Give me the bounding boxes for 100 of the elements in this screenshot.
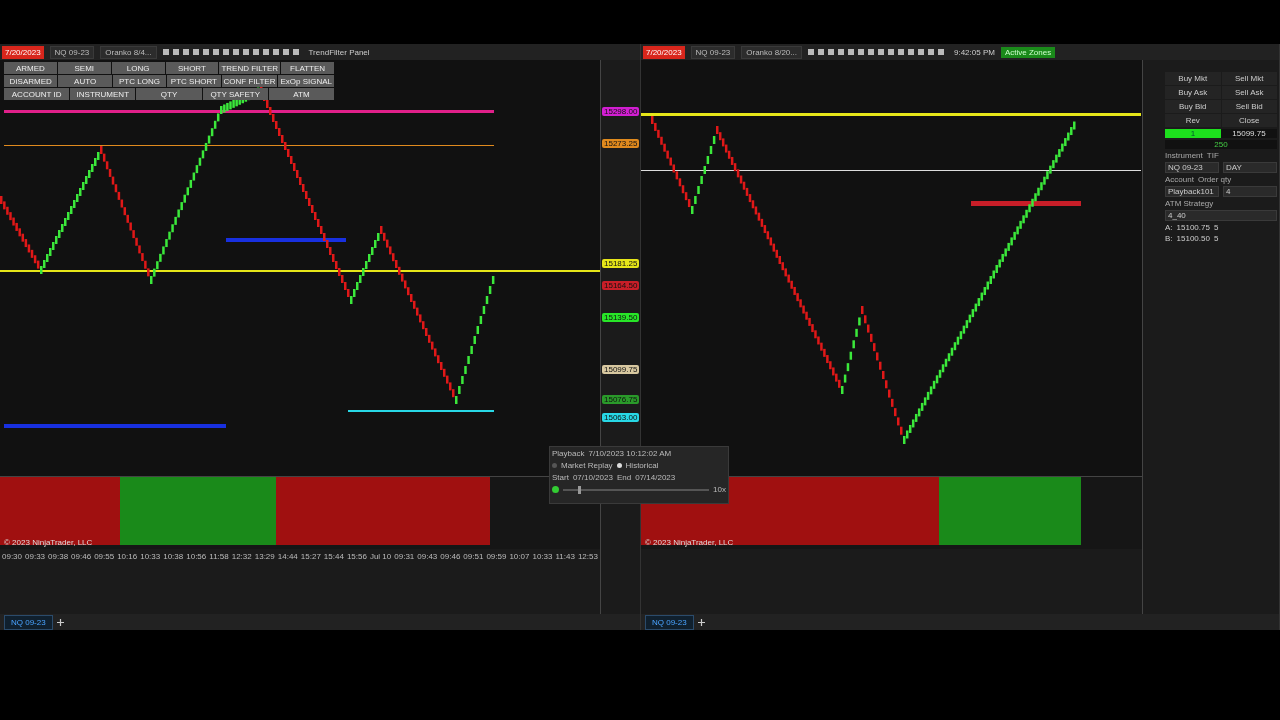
dialog-title: Playback [552, 449, 585, 458]
time-label: 10:07 [509, 551, 530, 561]
strategy-button[interactable]: ACCOUNT ID [4, 88, 70, 100]
field-label: End [616, 473, 632, 482]
time-label: 10:56 [186, 551, 207, 561]
quote-price: 15100.75 [1176, 223, 1210, 232]
time-label: 09:59 [486, 551, 507, 561]
field-label: ATM Strategy [1165, 199, 1215, 208]
time-label: 12:53 [577, 551, 598, 561]
field-label: Instrument [1165, 151, 1203, 160]
time-label: 10:38 [163, 551, 184, 561]
speed-slider-thumb[interactable] [577, 485, 581, 494]
order-button[interactable]: Rev [1165, 114, 1221, 127]
date-badge[interactable]: 7/20/2023 [643, 45, 685, 59]
time-label: 11:43 [555, 551, 575, 561]
plus-icon[interactable] [697, 618, 705, 626]
time-label: 09:46 [440, 551, 461, 561]
radio-label: Market Replay [561, 461, 613, 470]
radio-label: Historical [625, 461, 659, 470]
chart-tab[interactable]: NQ 09-23 [645, 614, 694, 630]
time-label: 12:32 [231, 551, 252, 561]
radio-button[interactable] [552, 463, 557, 468]
price-label: 15099.75 [602, 365, 640, 375]
field-label: Start [552, 473, 569, 482]
time-label: 09:30 [2, 551, 23, 561]
active-zones-badge: Active Zones [1000, 46, 1056, 58]
quantity-field[interactable]: 4 [1223, 186, 1277, 197]
profit-loss: 250 [1165, 140, 1277, 149]
position-price: 15099.75 [1221, 129, 1277, 138]
indicator-name: TrendFilter Panel [308, 47, 370, 57]
account-select[interactable]: Playback101 [1165, 186, 1219, 197]
strategy-button[interactable]: ARMED [4, 62, 57, 74]
strategy-button[interactable]: DISARMED [4, 75, 58, 87]
strategy-button[interactable]: ExOp SIGNAL [278, 75, 334, 87]
time-label: 10:33 [532, 551, 553, 561]
playback-datetime: 7/10/2023 10:12:02 AM [588, 449, 672, 458]
strategy-button[interactable]: TREND FILTER [219, 62, 281, 74]
speed-text: 10x [713, 485, 726, 494]
plus-icon[interactable] [56, 618, 64, 626]
order-button[interactable]: Buy Bid [1165, 100, 1221, 113]
copyright-text: © 2023 NinjaTrader, LLC [645, 538, 734, 547]
time-label: 11:58 [209, 551, 229, 561]
price-label: 15063.00 [602, 412, 640, 422]
time-label: 10:33 [140, 551, 161, 561]
order-button[interactable]: Buy Ask [1165, 86, 1221, 99]
price-label: 15298.00 [602, 107, 640, 116]
price-label: 15139.50 [602, 313, 640, 323]
copyright-text: © 2023 NinjaTrader, LLC [4, 538, 93, 547]
time-label: 09:31 [394, 551, 415, 561]
time-label: Jul 10 [369, 551, 392, 561]
tif-select[interactable]: DAY [1223, 162, 1277, 173]
strategy-button[interactable]: AUTO [58, 75, 112, 87]
price-label: 15164.50 [602, 280, 640, 290]
price-label: 15181.25 [602, 259, 640, 268]
order-button[interactable]: Close [1221, 114, 1277, 127]
bar-type-select[interactable]: Oranko 8/4... [100, 45, 157, 59]
time-label: 15:56 [346, 551, 367, 561]
time-label: 09:33 [25, 551, 46, 561]
chart-tab[interactable]: NQ 09-23 [4, 614, 53, 630]
strategy-button[interactable]: LONG [111, 62, 165, 74]
instrument-field[interactable]: NQ 09-23 [1165, 162, 1219, 173]
instrument-select[interactable]: NQ 09-23 [690, 45, 736, 59]
strategy-button[interactable]: SHORT [165, 62, 219, 74]
instrument-select[interactable]: NQ 09-23 [49, 45, 95, 59]
position-size: 1 [1165, 129, 1221, 138]
time-label: 09:43 [417, 551, 438, 561]
time-label: 09:46 [71, 551, 92, 561]
strategy-button[interactable]: ATM [268, 88, 334, 100]
order-button[interactable]: Sell Ask [1221, 86, 1277, 99]
quote-side: B: [1165, 234, 1173, 243]
time-label: 09:51 [463, 551, 484, 561]
strategy-button[interactable]: QTY [136, 88, 202, 100]
date-badge[interactable]: 7/20/2023 [2, 45, 44, 59]
strategy-button[interactable]: INSTRUMENT [70, 88, 136, 100]
time-label: 13:29 [254, 551, 275, 561]
quote-side: A: [1165, 223, 1173, 232]
end-date-field[interactable]: 07/14/2023 [635, 473, 676, 482]
atm-strategy-select[interactable]: 4_40 [1165, 210, 1277, 221]
quote-quantity: 5 [1213, 223, 1219, 232]
quote-quantity: 5 [1213, 234, 1219, 243]
price-label: 15273.25 [602, 139, 640, 149]
strategy-button[interactable]: PTC SHORT [167, 75, 221, 87]
price-label: 15076.75 [602, 395, 640, 405]
play-button[interactable] [552, 486, 559, 493]
order-button[interactable]: Sell Mkt [1221, 72, 1277, 85]
order-button[interactable]: Buy Mkt [1165, 72, 1221, 85]
time-label: 09:55 [94, 551, 115, 561]
start-date-field[interactable]: 07/10/2023 [572, 473, 613, 482]
time-label: 10:16 [117, 551, 138, 561]
radio-button[interactable] [616, 463, 622, 468]
strategy-button[interactable]: SEMI [57, 62, 111, 74]
strategy-button[interactable]: CONF FILTER [221, 75, 278, 87]
strategy-button[interactable]: FLATTEN [281, 62, 334, 74]
strategy-button[interactable]: PTC LONG [112, 75, 167, 87]
order-button[interactable]: Sell Bid [1221, 100, 1277, 113]
bar-type-select[interactable]: Oranko 8/20... [741, 45, 802, 59]
time-label: 09:38 [48, 551, 69, 561]
strategy-button[interactable]: QTY SAFETY [202, 88, 268, 100]
time-label: 15:44 [323, 551, 344, 561]
time-label: 15:27 [300, 551, 321, 561]
